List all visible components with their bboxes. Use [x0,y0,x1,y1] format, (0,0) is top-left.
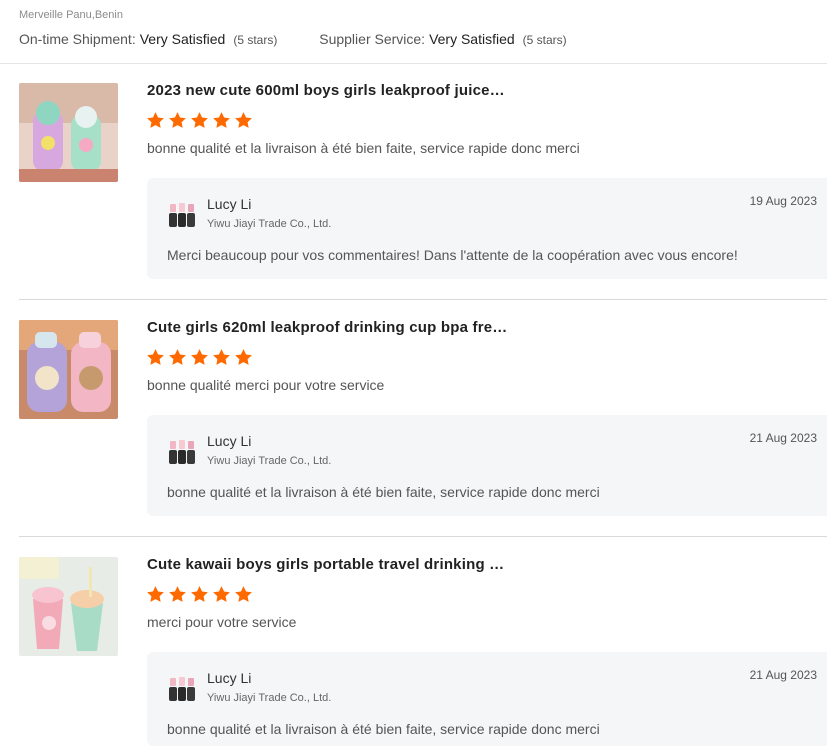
supplier-name: Lucy Li [207,670,252,686]
review-item: 2023 new cute 600ml boys girls leakproof… [0,63,827,300]
star-icon [191,112,208,128]
reply-text: Merci beaucoup pour vos commentaires! Da… [167,247,738,263]
product-title[interactable]: Cute kawaii boys girls portable travel d… [147,556,504,573]
rating-value: Very Satisfied [429,31,515,47]
product-thumbnail[interactable] [19,557,118,656]
supplier-avatar [167,200,197,230]
review-header: Merveille Panu,Benin On-time Shipment: Ve… [0,0,827,64]
star-icon [235,112,252,128]
reply-date: 21 Aug 2023 [749,431,817,445]
reply-text: bonne qualité et la livraison à été bien… [167,484,600,500]
supplier-reply: Lucy Li Yiwu Jiayi Trade Co., Ltd. 21 Au… [147,415,827,516]
rating-on-time-shipment: On-time Shipment: Very Satisfied (5 stars) [19,31,277,47]
supplier-name: Lucy Li [207,433,252,449]
rating-label: On-time Shipment: [19,31,136,47]
star-icon [169,586,186,602]
supplier-company[interactable]: Yiwu Jiayi Trade Co., Ltd. [207,692,331,704]
review-item: Cute girls 620ml leakproof drinking cup … [0,300,827,537]
rating-stars-note: (5 stars) [522,33,567,47]
star-icon [235,586,252,602]
star-icon [235,349,252,365]
reply-date: 19 Aug 2023 [749,194,817,208]
star-icon [147,112,164,128]
star-icon [213,112,230,128]
review-comment: bonne qualité merci pour votre service [147,377,385,393]
supplier-company[interactable]: Yiwu Jiayi Trade Co., Ltd. [207,455,331,467]
supplier-reply: Lucy Li Yiwu Jiayi Trade Co., Ltd. 21 Au… [147,652,827,746]
star-rating [146,348,253,368]
star-rating [146,111,253,131]
star-icon [147,586,164,602]
review-comment: merci pour votre service [147,614,297,630]
star-icon [169,112,186,128]
reply-date: 21 Aug 2023 [749,668,817,682]
rating-label: Supplier Service: [319,31,426,47]
star-icon [191,586,208,602]
product-thumbnail[interactable] [19,83,118,182]
supplier-name: Lucy Li [207,196,252,212]
star-icon [213,586,230,602]
star-icon [213,349,230,365]
reviewer-location: Merveille Panu,Benin [19,9,123,21]
product-title[interactable]: Cute girls 620ml leakproof drinking cup … [147,319,508,336]
rating-supplier-service: Supplier Service: Very Satisfied (5 stars) [319,31,566,47]
supplier-reply: Lucy Li Yiwu Jiayi Trade Co., Ltd. 19 Au… [147,178,827,279]
product-thumbnail[interactable] [19,320,118,419]
ratings-summary: On-time Shipment: Very Satisfied (5 stars)… [19,31,605,47]
supplier-avatar [167,674,197,704]
review-item: Cute kawaii boys girls portable travel d… [0,537,827,746]
reply-text: bonne qualité et la livraison à été bien… [167,721,600,737]
rating-value: Very Satisfied [139,31,226,47]
star-rating [146,585,253,605]
star-icon [147,349,164,365]
supplier-company[interactable]: Yiwu Jiayi Trade Co., Ltd. [207,218,331,230]
product-title[interactable]: 2023 new cute 600ml boys girls leakproof… [147,82,505,99]
star-icon [191,349,208,365]
supplier-avatar [167,437,197,467]
rating-stars-note: (5 stars) [233,33,278,47]
star-icon [169,349,186,365]
review-comment: bonne qualité et la livraison à été bien… [147,140,580,156]
